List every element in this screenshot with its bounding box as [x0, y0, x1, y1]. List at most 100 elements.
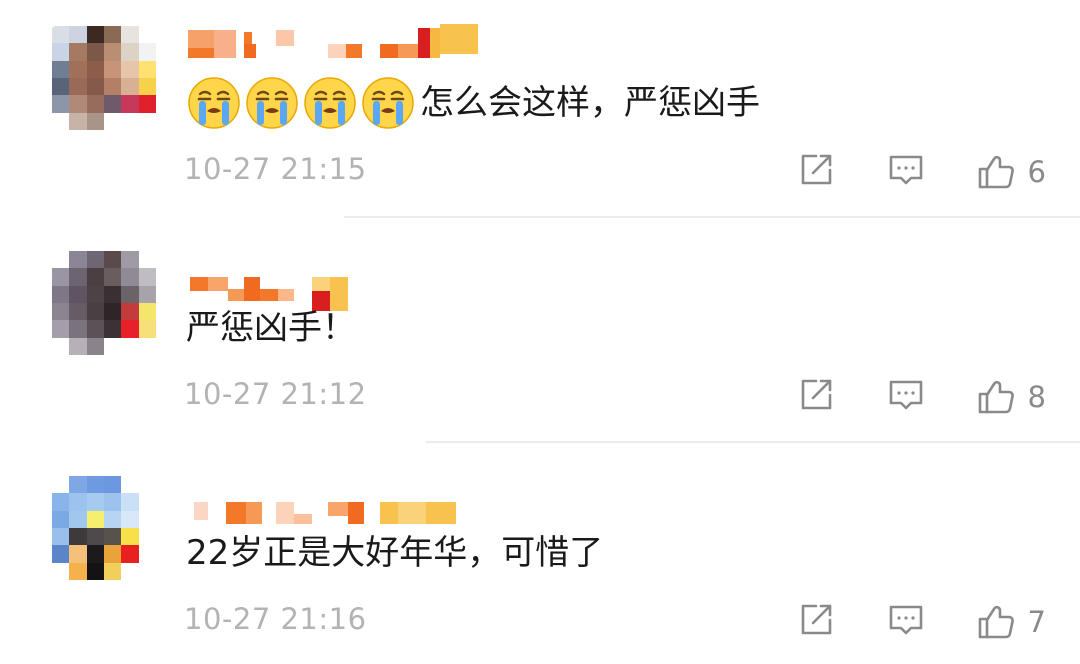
avatar-pixel: [86, 268, 104, 286]
username-pixel: [276, 30, 294, 46]
avatar-pixel: [52, 476, 70, 494]
username-pixel: [244, 32, 252, 44]
avatar-pixel: [138, 112, 156, 130]
avatar[interactable]: [52, 476, 156, 580]
avatar-pixel: [138, 95, 156, 113]
avatar-pixel: [104, 112, 122, 130]
avatar-pixel: [86, 43, 104, 61]
avatar-pixel: [104, 562, 122, 580]
username-pixel: [244, 277, 260, 301]
avatar-pixel: [52, 268, 70, 286]
crying-face-icon: [302, 75, 358, 131]
avatar-pixel: [52, 60, 70, 78]
thumbs-up-icon: [976, 377, 1016, 417]
avatar-pixel: [104, 43, 122, 61]
like-button[interactable]: 6: [976, 150, 1046, 194]
share-button[interactable]: [794, 375, 838, 419]
avatar[interactable]: [52, 26, 156, 130]
avatar-pixel: [69, 251, 87, 269]
avatar-pixel: [138, 268, 156, 286]
like-button[interactable]: 8: [976, 375, 1046, 419]
avatar-pixel: [86, 510, 104, 528]
username-pixel: [214, 30, 236, 58]
username-pixel: [348, 502, 364, 524]
avatar-pixel: [69, 112, 87, 130]
share-button[interactable]: [794, 150, 838, 194]
avatar-pixel: [69, 303, 87, 321]
avatar[interactable]: [52, 251, 156, 355]
avatar-pixel: [86, 528, 104, 546]
reply-button[interactable]: [884, 150, 928, 194]
avatar-pixel: [104, 545, 122, 563]
like-count: 6: [1027, 155, 1046, 189]
avatar-pixel: [52, 545, 70, 563]
comment-actions: 7: [794, 600, 1046, 644]
avatar-pixel: [138, 476, 156, 494]
avatar-pixel: [138, 60, 156, 78]
username-pixel: [208, 277, 228, 291]
avatar-pixel: [104, 320, 122, 338]
username-pixel: [276, 502, 294, 524]
avatar-pixel: [86, 320, 104, 338]
avatar-pixel: [121, 285, 139, 303]
avatar-pixel: [104, 251, 122, 269]
avatar-pixel: [52, 303, 70, 321]
avatar-pixel: [104, 78, 122, 96]
username-pixel: [294, 514, 312, 524]
avatar-pixel: [121, 95, 139, 113]
avatar-pixel: [52, 112, 70, 130]
avatar-pixel: [86, 493, 104, 511]
like-button[interactable]: 7: [976, 600, 1046, 644]
username-pixelated[interactable]: [188, 474, 488, 524]
thumbs-up-icon: [976, 152, 1016, 192]
avatar-pixel: [52, 510, 70, 528]
share-button[interactable]: [794, 600, 838, 644]
username-pixel: [190, 277, 208, 291]
avatar-pixel: [104, 510, 122, 528]
avatar-pixel: [138, 545, 156, 563]
avatar-pixel: [138, 43, 156, 61]
avatar-pixel: [69, 43, 87, 61]
avatar-pixel: [121, 303, 139, 321]
avatar-pixel: [69, 78, 87, 96]
username-pixel: [418, 28, 430, 58]
avatar-pixel: [69, 26, 87, 44]
username-pixel: [430, 28, 440, 58]
username-pixel: [312, 277, 330, 291]
avatar-pixel: [69, 337, 87, 355]
reply-button[interactable]: [884, 600, 928, 644]
avatar-pixel: [69, 510, 87, 528]
comment-text: 22岁正是大好年华，可惜了: [186, 533, 604, 573]
divider: [426, 441, 1080, 443]
username-pixelated[interactable]: [188, 24, 488, 64]
avatar-pixel: [121, 337, 139, 355]
comment-actions: 6: [794, 150, 1046, 194]
avatar-pixel: [104, 337, 122, 355]
avatar-pixel: [104, 95, 122, 113]
crying-face-icon: [186, 75, 242, 131]
comment-feed: 怎么会这样，严惩凶手 10-27 21:15 6 严惩凶手！ 10-27 21:…: [0, 0, 1080, 664]
avatar-pixel: [86, 112, 104, 130]
comment-actions: 8: [794, 375, 1046, 419]
avatar-pixel: [69, 562, 87, 580]
username-pixel: [380, 502, 398, 524]
comment-item: 怎么会这样，严惩凶手 10-27 21:15 6: [0, 0, 1080, 224]
avatar-pixel: [121, 78, 139, 96]
comment-text-row: 严惩凶手！: [186, 299, 356, 357]
avatar-pixel: [52, 320, 70, 338]
emoji-row: [186, 75, 416, 131]
avatar-pixel: [86, 95, 104, 113]
share-icon: [796, 150, 836, 194]
timestamp: 10-27 21:12: [184, 377, 367, 411]
avatar-pixel: [104, 285, 122, 303]
username-pixelated[interactable]: [188, 249, 488, 311]
avatar-pixel: [86, 337, 104, 355]
avatar-pixel: [138, 26, 156, 44]
username-pixel: [426, 502, 456, 524]
username-pixel: [398, 44, 418, 58]
comment-text: 严惩凶手！: [186, 308, 356, 348]
reply-button[interactable]: [884, 375, 928, 419]
comment-item: 严惩凶手！ 10-27 21:12 8: [0, 225, 1080, 449]
avatar-pixel: [138, 303, 156, 321]
like-count: 8: [1027, 380, 1046, 414]
